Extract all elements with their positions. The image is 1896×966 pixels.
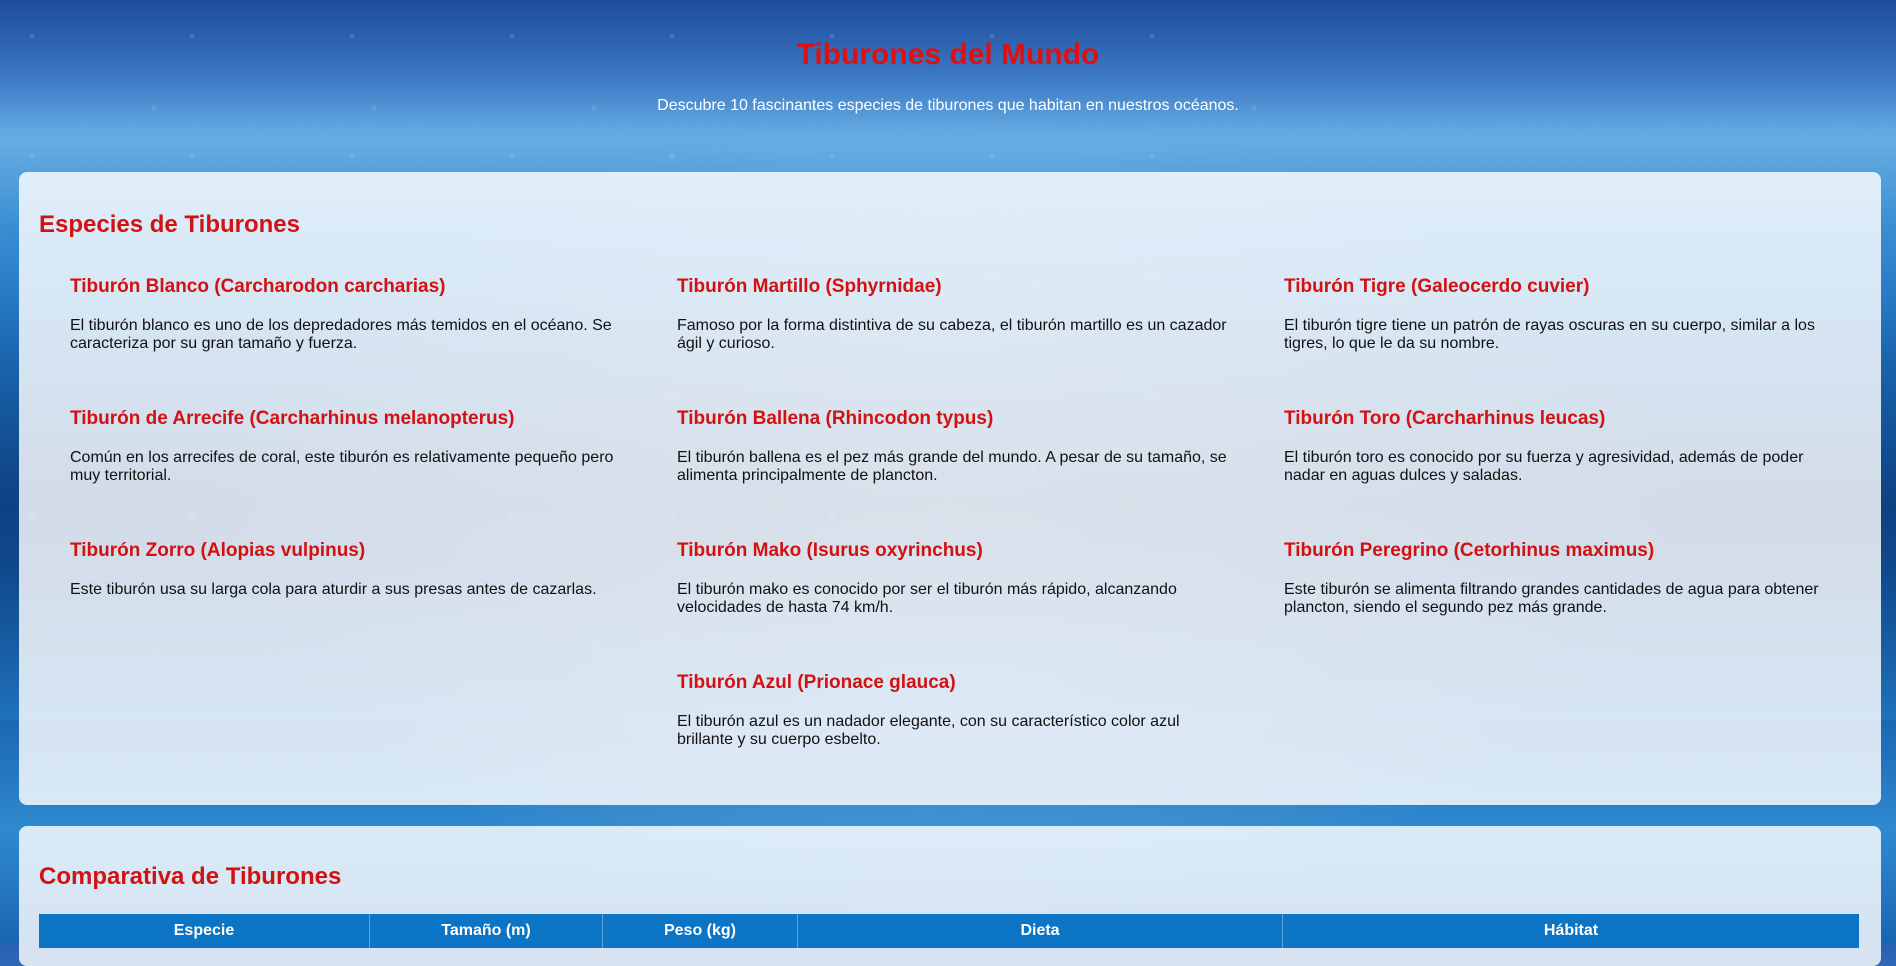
column-header-diet: Dieta <box>797 914 1283 948</box>
species-name: Tiburón Mako (Isurus oxyrinchus) <box>677 540 983 561</box>
comparison-section: Comparativa de Tiburones Especie Tamaño … <box>19 826 1881 966</box>
species-card: Tiburón de Arrecife (Carcharhinus melano… <box>70 408 630 540</box>
page-header: Tiburones del Mundo Descubre 10 fascinan… <box>0 0 1896 152</box>
species-name: Tiburón Toro (Carcharhinus leucas) <box>1284 408 1606 429</box>
species-description: El tiburón blanco es uno de los depredad… <box>70 317 612 352</box>
species-description: Famoso por la forma distintiva de su cab… <box>677 317 1227 352</box>
page-title: Tiburones del Mundo <box>796 38 1100 71</box>
species-description: El tiburón tigre tiene un patrón de raya… <box>1284 317 1815 352</box>
column-header-size: Tamaño (m) <box>369 914 603 948</box>
species-card: Tiburón Ballena (Rhincodon typus) El tib… <box>677 408 1237 540</box>
species-card: Tiburón Zorro (Alopias vulpinus) Este ti… <box>70 540 630 672</box>
species-description: El tiburón azul es un nadador elegante, … <box>677 713 1180 748</box>
species-name: Tiburón de Arrecife (Carcharhinus melano… <box>70 408 515 429</box>
species-card: Tiburón Martillo (Sphyrnidae) Famoso por… <box>677 276 1237 408</box>
species-card: Tiburón Blanco (Carcharodon carcharias) … <box>70 276 630 408</box>
species-name: Tiburón Martillo (Sphyrnidae) <box>677 276 942 297</box>
species-card: Tiburón Azul (Prionace glauca) El tiburó… <box>677 672 1237 804</box>
species-name: Tiburón Zorro (Alopias vulpinus) <box>70 540 366 561</box>
species-description: Este tiburón usa su larga cola para atur… <box>70 581 597 598</box>
species-card: Tiburón Tigre (Galeocerdo cuvier) El tib… <box>1284 276 1844 408</box>
comparison-heading: Comparativa de Tiburones <box>39 863 342 890</box>
page-subtitle: Descubre 10 fascinantes especies de tibu… <box>657 97 1239 114</box>
species-card: Tiburón Peregrino (Cetorhinus maximus) E… <box>1284 540 1844 672</box>
species-name: Tiburón Blanco (Carcharodon carcharias) <box>70 276 446 297</box>
species-card: Tiburón Mako (Isurus oxyrinchus) El tibu… <box>677 540 1237 672</box>
species-grid: Tiburón Blanco (Carcharodon carcharias) … <box>70 276 1870 804</box>
species-name: Tiburón Ballena (Rhincodon typus) <box>677 408 994 429</box>
species-card: Tiburón Toro (Carcharhinus leucas) El ti… <box>1284 408 1844 540</box>
species-description: Este tiburón se alimenta filtrando grand… <box>1284 581 1819 616</box>
comparison-table: Especie Tamaño (m) Peso (kg) Dieta Hábit… <box>39 914 1859 948</box>
species-description: El tiburón mako es conocido por ser el t… <box>677 581 1177 616</box>
column-header-species: Especie <box>39 914 370 948</box>
species-name: Tiburón Peregrino (Cetorhinus maximus) <box>1284 540 1655 561</box>
species-description: El tiburón toro es conocido por su fuerz… <box>1284 449 1804 484</box>
species-name: Tiburón Tigre (Galeocerdo cuvier) <box>1284 276 1590 297</box>
column-header-habitat: Hábitat <box>1282 914 1859 948</box>
species-description: Común en los arrecifes de coral, este ti… <box>70 449 614 484</box>
species-heading: Especies de Tiburones <box>39 211 300 238</box>
table-header-row: Especie Tamaño (m) Peso (kg) Dieta Hábit… <box>39 914 1859 948</box>
species-description: El tiburón ballena es el pez más grande … <box>677 449 1227 484</box>
column-header-weight: Peso (kg) <box>602 914 798 948</box>
species-section: Especies de Tiburones Tiburón Blanco (Ca… <box>19 172 1881 805</box>
species-name: Tiburón Azul (Prionace glauca) <box>677 672 956 693</box>
